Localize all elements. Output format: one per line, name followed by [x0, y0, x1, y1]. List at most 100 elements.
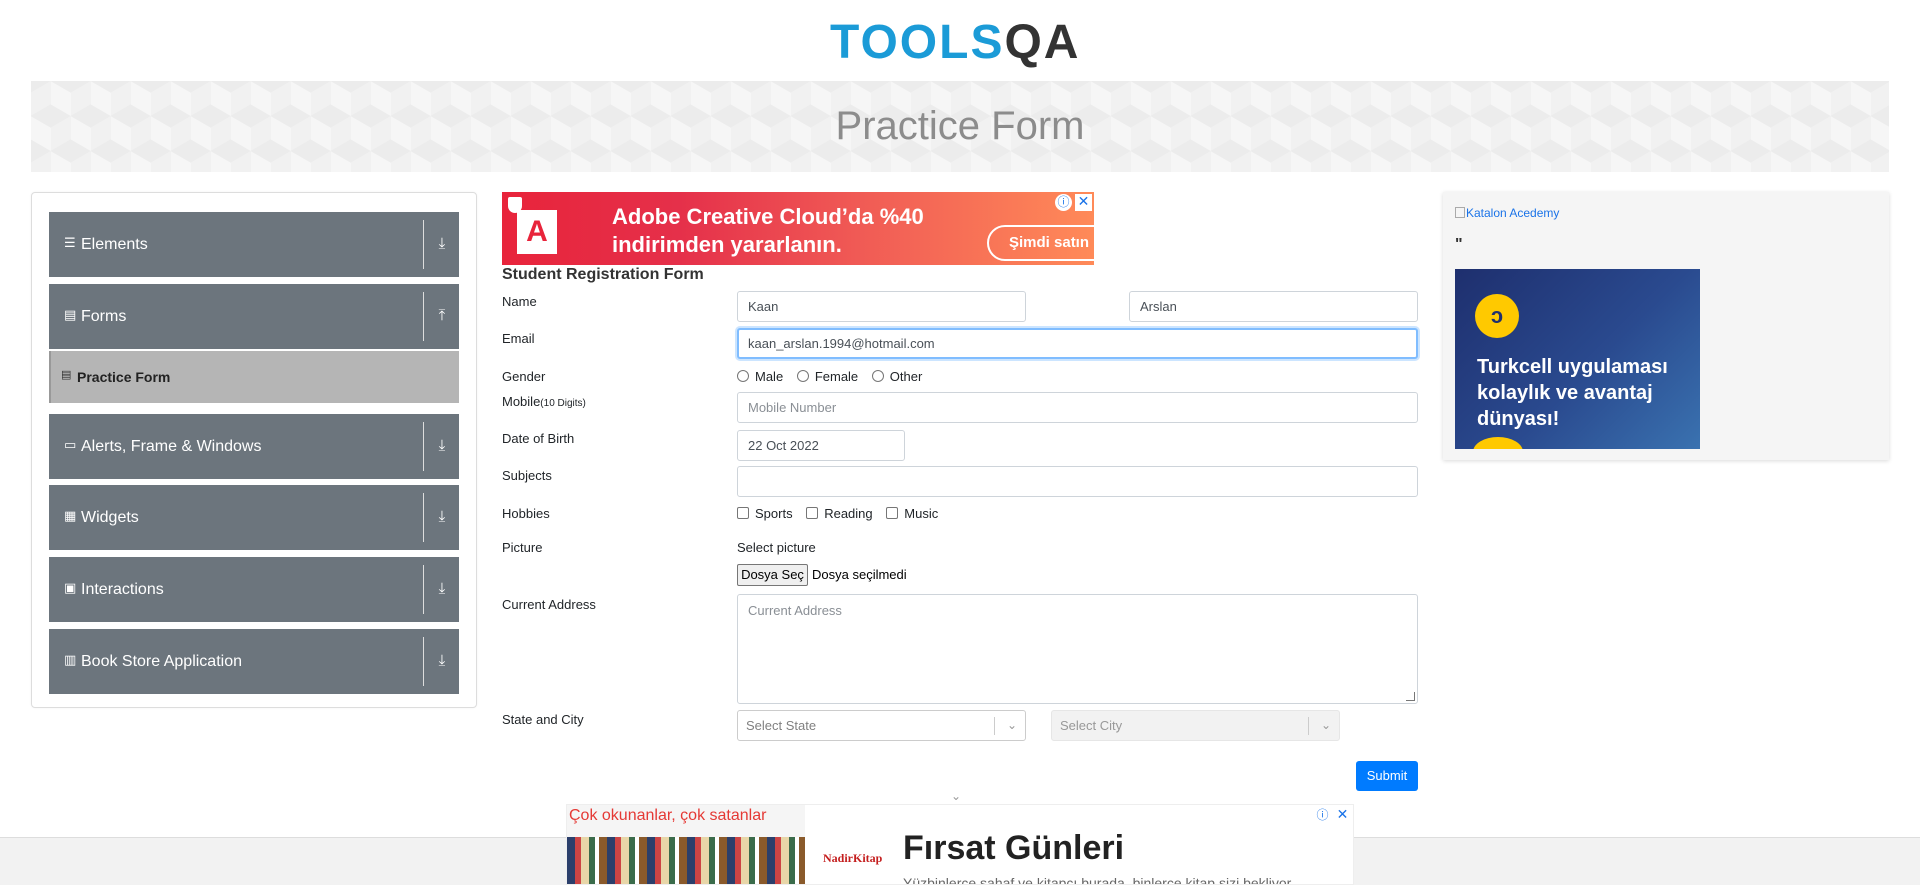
- ad-close-icon[interactable]: ✕: [1075, 194, 1092, 211]
- resize-handle-icon[interactable]: [1406, 692, 1415, 701]
- submit-button[interactable]: Submit: [1356, 761, 1418, 791]
- radio-circle: [737, 370, 749, 382]
- form-icon: ▤: [64, 308, 77, 323]
- subjects-input[interactable]: [737, 466, 1418, 497]
- radio-label: Other: [889, 369, 923, 384]
- books-ad-image: Çok okunanlar, çok satanlar: [567, 805, 805, 884]
- turkcell-logo-icon: ↄ: [1475, 294, 1519, 338]
- gender-female-radio[interactable]: Female: [796, 369, 859, 384]
- checkbox-box: [737, 507, 749, 519]
- file-status-text: Dosya seçilmedi: [812, 567, 907, 582]
- chevron-down-icon: ⌄: [1320, 718, 1331, 732]
- adobe-logo: A: [517, 210, 557, 254]
- sidebar-group-label: Widgets: [81, 509, 139, 526]
- decorative-shape: [1473, 437, 1523, 449]
- menu-icon: ☰: [64, 236, 76, 251]
- last-name-input[interactable]: Arslan: [1129, 291, 1418, 322]
- radio-circle: [796, 370, 809, 382]
- choose-file-button[interactable]: Dosya Seç: [737, 564, 808, 586]
- quote-mark: ": [1455, 236, 1463, 253]
- sidebar-group-elements[interactable]: ☰ Elements ⤓: [49, 212, 459, 277]
- first-name-input[interactable]: Kaan: [737, 291, 1026, 322]
- state-city-label: State and City: [502, 712, 584, 727]
- radio-label: Female: [814, 369, 859, 384]
- ad-close-icon[interactable]: ✕: [1334, 807, 1351, 824]
- logo-tools-text: TOOLS: [830, 16, 1005, 69]
- gender-label: Gender: [502, 369, 546, 384]
- sidebar-group-forms[interactable]: ▤ Forms ⤒: [49, 284, 459, 349]
- hobby-music-checkbox[interactable]: Music: [886, 506, 938, 521]
- checkbox-box: [886, 507, 899, 519]
- select-placeholder: Select State: [746, 718, 817, 733]
- email-input[interactable]: kaan_arslan.1994@hotmail.com: [737, 328, 1418, 359]
- mobile-input[interactable]: Mobile Number: [737, 392, 1418, 423]
- divider: [423, 565, 424, 614]
- date-of-birth-input[interactable]: 22 Oct 2022: [737, 430, 905, 461]
- bookshelf-image: [567, 837, 805, 884]
- gender-male-radio[interactable]: Male: [737, 369, 783, 384]
- download-icon: ⤓: [438, 436, 446, 454]
- chevron-down-icon[interactable]: ⌄: [951, 789, 961, 803]
- sidebar-item-label: Practice Form: [77, 369, 171, 385]
- divider: [423, 637, 424, 686]
- bottom-ad-banner[interactable]: Çok okunanlar, çok satanlar NadirKitap F…: [566, 804, 1354, 885]
- ad-info-icon[interactable]: ⓘ: [1314, 807, 1331, 824]
- ad-title: Fırsat Günleri: [903, 829, 1125, 867]
- name-label: Name: [502, 294, 537, 309]
- divider: [423, 422, 424, 471]
- download-icon: ⤓: [438, 579, 446, 597]
- logo-qa-text: QA: [1004, 16, 1081, 69]
- current-address-label: Current Address: [502, 597, 596, 612]
- turkcell-ad-text: Turkcell uygulaması kolaylık ve avantaj …: [1477, 356, 1668, 430]
- state-select[interactable]: Select State ⌄: [737, 710, 1026, 741]
- nadirkitap-logo: NadirKitap: [823, 851, 883, 865]
- page-banner: Practice Form: [31, 81, 1889, 172]
- checkbox-box: [806, 507, 819, 519]
- download-icon: ⤓: [438, 234, 446, 252]
- ad-subtitle: Yüzbinlerce sahaf ve kitapçı burada, bin…: [903, 875, 1295, 885]
- current-address-textarea[interactable]: Current Address: [737, 594, 1418, 704]
- right-ad-panel: Katalon Acedemy " ↄ Turkcell uygulaması …: [1443, 192, 1889, 460]
- sidebar-item-practice-form[interactable]: ▤ Practice Form: [49, 351, 459, 403]
- books-icon: ▥: [64, 653, 77, 668]
- ad-subline: indirimden yararlanın.: [612, 232, 842, 257]
- city-select[interactable]: Select City ⌄: [1051, 710, 1340, 741]
- sidebar-group-alerts[interactable]: ▭ Alerts, Frame & Windows ⤓: [49, 414, 459, 479]
- sidebar-group-label: Elements: [81, 236, 148, 253]
- gender-radio-group: Male Female Other: [737, 369, 932, 384]
- chevron-down-icon: ⌄: [1006, 718, 1017, 732]
- mobile-label: Mobile(10 Digits): [502, 394, 586, 409]
- gender-other-radio[interactable]: Other: [871, 369, 923, 384]
- dob-label: Date of Birth: [502, 431, 575, 446]
- divider: [1308, 717, 1309, 735]
- sidebar-group-widgets[interactable]: ▦ Widgets ⤓: [49, 485, 459, 550]
- ad-cta-button[interactable]: Şimdi satın: [987, 225, 1094, 261]
- divider: [423, 292, 424, 341]
- katalon-academy-image[interactable]: Katalon Acedemy: [1455, 206, 1559, 220]
- checkbox-label: Music: [904, 506, 939, 521]
- select-picture-label: Select picture: [737, 540, 816, 555]
- radio-circle: [871, 370, 884, 382]
- hobby-sports-checkbox[interactable]: Sports: [737, 506, 793, 521]
- ad-info-icon[interactable]: ⓘ: [1055, 194, 1072, 211]
- subjects-label: Subjects: [502, 468, 552, 483]
- sidebar-group-book-store[interactable]: ▥ Book Store Application ⤓: [49, 629, 459, 694]
- turkcell-ad[interactable]: ↄ Turkcell uygulaması kolaylık ve avanta…: [1455, 269, 1700, 449]
- mobile-hint: (10 Digits): [540, 398, 586, 409]
- ad-headline: Adobe Creative Cloud’da %40: [612, 204, 924, 229]
- divider: [423, 220, 424, 269]
- sidebar-group-label: Interactions: [81, 581, 164, 598]
- picture-label: Picture: [502, 540, 543, 555]
- sidebar-group-interactions[interactable]: ▣ Interactions ⤓: [49, 557, 459, 622]
- form-item-icon: ▤: [61, 368, 72, 381]
- hobbies-checkbox-group: Sports Reading Music: [737, 506, 948, 521]
- adobe-ad-banner[interactable]: A Adobe Creative Cloud’da %40 indirimden…: [502, 192, 1094, 265]
- image-alt-text: Katalon Acedemy: [1466, 206, 1560, 220]
- broken-image-icon: [1455, 207, 1465, 218]
- divider: [423, 493, 424, 542]
- toolsqa-logo[interactable]: TOOLSQA: [830, 12, 1095, 74]
- download-icon: ⤓: [438, 507, 446, 525]
- textarea-placeholder: Current Address: [748, 603, 842, 618]
- hobby-reading-checkbox[interactable]: Reading: [806, 506, 873, 521]
- window-icon: ▭: [64, 438, 77, 453]
